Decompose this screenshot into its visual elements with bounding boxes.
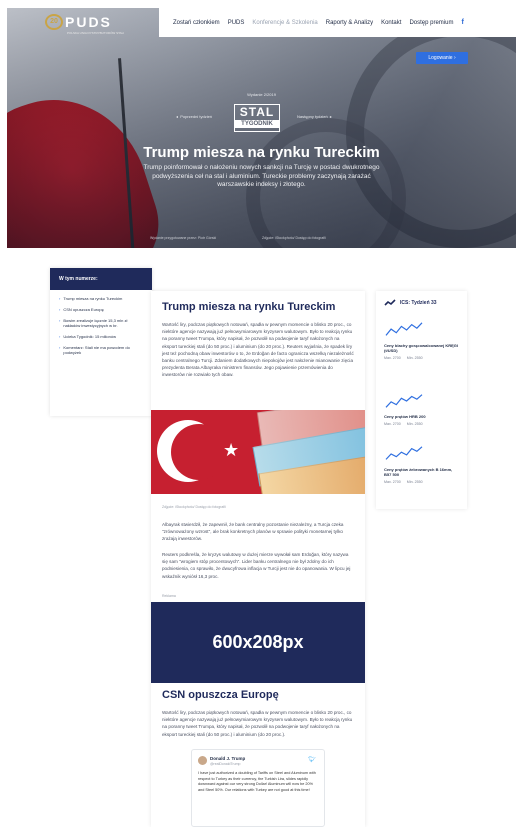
prev-week-label: Poprzedni tydzień [180,114,213,119]
issue-number: Wydanie 2/2019 [247,92,276,97]
brand-name: PUDS [65,14,112,30]
toc-item[interactable]: › CSN opuszcza Europę [50,307,152,312]
chevron-right-icon: › [59,307,61,312]
nav-contact[interactable]: Kontakt [381,20,401,26]
stal-tygodnik-logo: STAL TYGODNIK [234,104,280,132]
price-label: Ceny blachy gorącowalcowanej KRĘGI (t/US… [384,343,459,354]
price-max: Max. 2700 [384,480,401,485]
tweet-author: Donald J. Trump [210,756,246,761]
nav-puds[interactable]: PUDS [228,20,245,26]
price-sparkline [385,322,423,336]
price-min: Min. 2550 [406,422,423,427]
embedded-tweet[interactable]: Donald J. Trump @realDonaldTrump 🐦︎ I ha… [191,749,325,827]
article-title: CSN opuszcza Europę [162,689,279,701]
nav-reports[interactable]: Raporty & Analizy [326,20,373,26]
ad-banner[interactable]: 600x208px [151,602,365,683]
brand-subtitle: POLSKA UNIA DYSTRYBUTORÓW STALI [67,31,125,35]
hero-credit-author: Wydanie przygotowane przez: Piotr Górski [150,236,217,240]
twitter-icon: 🐦︎ [308,757,316,763]
sidebar-title: ICS: Tydzień 33 [400,300,437,306]
avatar [198,756,207,765]
issue-toc: W tym numerze: › Trump miesza na rynku Tu… [50,268,152,416]
price-sparkline [385,394,423,408]
price-item[interactable]: Ceny blachy gorącowalcowanej KRĘGI (t/US… [384,319,460,360]
hero-lead: Trump poinformował o nałożeniu nowych sa… [143,164,380,188]
toc-item-label: Ucieka Tygodnik: 15 milionów [63,334,116,339]
article-paragraph: Wartość liry, podczas piątkowych notowań… [162,710,353,737]
main-nav: Zostań członkiem PUDS Konferencje & Szko… [159,8,516,37]
stal-logo-small: TYGODNIK [235,120,279,128]
toc-item-label: Bowim zrealizuje łącznie 15,3 mln zł nak… [63,318,128,328]
toc-item-label: CSN opuszcza Europę [63,307,104,312]
anniversary-mark: 20 [45,14,63,30]
article-paragraph: Wartość liry, podczas piątkowych notowań… [162,322,354,378]
sparkline-path [385,446,423,460]
article-column: Trump miesza na rynku Tureckim Wartość l… [151,291,365,827]
toc-item[interactable]: › Ucieka Tygodnik: 15 milionów [50,334,152,339]
nav-join[interactable]: Zostań członkiem [173,20,220,26]
price-label: Ceny prętów żebrowanych B 16mm, B57 500 [384,467,453,478]
login-button[interactable]: Logowanie › [416,52,468,64]
toc-item[interactable]: › Trump miesza na rynku Tureckim [50,296,152,301]
article-paragraph: Reuters podkreśla, że kryzys walutowy w … [162,552,351,579]
toc-title: W tym numerze: [50,268,152,290]
price-item[interactable]: Ceny prętów żebrowanych B 16mm, B57 500 … [384,443,460,484]
next-week-label: Następny tydzień [297,114,328,119]
toc-item[interactable]: › Bowim zrealizuje łącznie 15,3 mln zł na… [50,318,152,328]
article-paragraph: Albayrak stwierdził, że zapewnił, że ban… [162,522,344,542]
trend-icon [384,299,396,306]
toc-item[interactable]: › Komentarz: Stali nie ma powodem do podw… [50,345,152,355]
site-logo[interactable]: 20 PUDS POLSKA UNIA DYSTRYBUTORÓW STALI [45,14,124,35]
chevron-right-icon: › [59,334,61,339]
ad-label: Reklama [162,594,176,598]
chevron-right-icon: › [59,296,61,301]
stal-logo-big: STAL [239,105,275,119]
nav-conferences[interactable]: Konferencje & Szkolenia [252,20,317,26]
hero-credit-photo: Zdjęcie: iStockphoto/ Dostęp do fotograf… [262,236,326,240]
tweet-text: I have just authorized a doubling of Tar… [198,771,316,792]
photo-caption: Zdjęcie: iStockphoto/ Dostęp do fotograf… [162,505,226,509]
toc-item-label: Komentarz: Stali nie ma powodem do podwy… [63,345,130,355]
price-sparkline [385,446,423,460]
price-max: Max. 2700 [384,356,401,361]
nav-premium[interactable]: Dostęp premium [409,20,453,26]
hero-title: Trump miesza na rynku Tureckim [143,144,380,161]
price-min: Min. 2550 [406,356,423,361]
facebook-icon[interactable]: f [461,19,463,26]
sidebar-header: ICS: Tydzień 33 [384,299,437,307]
chevron-right-icon: › [59,345,61,350]
sparkline-path [385,394,423,408]
chevron-right-icon: › [59,318,61,323]
article-title: Trump miesza na rynku Tureckim [162,301,336,313]
price-min: Min. 2550 [406,480,423,485]
next-week-link[interactable]: Następny tydzień ▸ [297,114,332,119]
prev-week-link[interactable]: ◂ Poprzedni tydzień [176,114,212,119]
toc-item-label: Trump miesza na rynku Tureckim [63,296,123,301]
price-label: Ceny prętów HRB 200 [384,414,426,419]
turkish-lira-flag-photo: ★ [151,410,365,494]
crescent-cut-shape [171,424,227,480]
login-label: Logowanie [428,55,453,61]
ics-sidebar: ICS: Tydzień 33 Ceny blachy gorącowalcow… [376,291,467,509]
price-max: Max. 2700 [384,422,401,427]
tweet-handle: @realDonaldTrump [210,762,241,766]
sparkline-path [385,322,423,336]
star-icon: ★ [223,440,240,460]
price-item[interactable]: Ceny prętów HRB 200 Max. 2700 Min. 2550 [384,390,460,426]
